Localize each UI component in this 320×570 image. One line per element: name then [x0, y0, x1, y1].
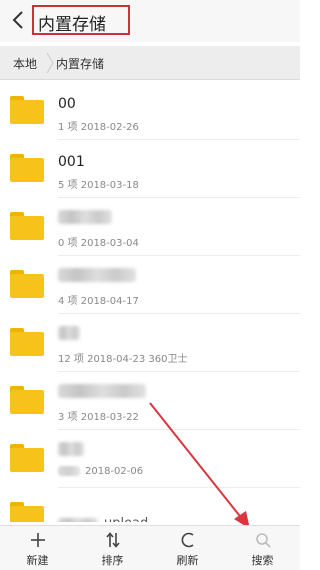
- file-row-blurred[interactable]: 2018-02-06: [0, 430, 300, 488]
- new-button[interactable]: 新建: [0, 526, 75, 570]
- sort-button-label: 排序: [101, 554, 124, 567]
- back-arrow-icon[interactable]: [8, 9, 30, 31]
- file-row-00[interactable]: 00 1 项 2018-02-26: [0, 82, 300, 140]
- folder-icon: [10, 502, 44, 522]
- file-meta: 4 项 2018-04-17: [58, 296, 139, 307]
- file-row-blurred[interactable]: 3 项 2018-03-22: [0, 372, 300, 430]
- blurred-file-name: [58, 268, 136, 282]
- sort-button[interactable]: 排序: [75, 526, 150, 570]
- refresh-button-label: 刷新: [176, 554, 199, 567]
- blurred-file-name: [58, 442, 84, 456]
- file-row-blurred[interactable]: 0 项 2018-03-04: [0, 198, 300, 256]
- folder-icon: [10, 270, 44, 298]
- file-meta: 12 项 2018-04-23 360卫士: [58, 354, 188, 365]
- file-meta: 2018-02-06: [85, 466, 144, 477]
- blurred-file-meta: [58, 466, 80, 476]
- blurred-file-name: [58, 518, 98, 522]
- file-name: 001: [58, 154, 85, 170]
- file-meta: 5 项 2018-03-18: [58, 180, 139, 191]
- file-row-blurred[interactable]: 12 项 2018-04-23 360卫士: [0, 314, 300, 372]
- breadcrumb-separator-icon: [46, 52, 54, 74]
- file-name: 00: [58, 96, 76, 112]
- file-meta: 3 项 2018-03-22: [58, 412, 139, 423]
- folder-icon: [10, 386, 44, 414]
- file-row-blurred[interactable]: upload: [0, 488, 300, 522]
- file-row-001[interactable]: 001 5 项 2018-03-18: [0, 140, 300, 198]
- folder-icon: [10, 154, 44, 182]
- file-name: upload: [104, 516, 148, 522]
- folder-icon: [10, 444, 44, 472]
- folder-icon: [10, 328, 44, 356]
- blurred-file-name: [58, 384, 146, 398]
- breadcrumb: 本地 内置存储: [0, 46, 300, 80]
- refresh-button[interactable]: 刷新: [150, 526, 225, 570]
- search-button-label: 搜索: [251, 554, 274, 567]
- file-meta: 1 项 2018-02-26: [58, 122, 139, 133]
- search-icon: [256, 533, 271, 548]
- refresh-icon: [181, 532, 194, 548]
- file-meta: 0 项 2018-03-04: [58, 238, 139, 249]
- app-header: 内置存储: [0, 0, 300, 42]
- file-list: 00 1 项 2018-02-26 001 5 项 2018-03-18 0 项…: [0, 82, 300, 522]
- folder-icon: [10, 212, 44, 240]
- page-title: 内置存储: [38, 15, 106, 35]
- folder-icon: [10, 96, 44, 124]
- file-row-blurred[interactable]: 4 项 2018-04-17: [0, 256, 300, 314]
- search-button[interactable]: 搜索: [225, 526, 300, 570]
- new-button-label: 新建: [26, 554, 49, 567]
- breadcrumb-current[interactable]: 内置存储: [56, 55, 104, 72]
- sort-icon: [106, 532, 120, 548]
- plus-icon: [31, 533, 45, 547]
- title-highlight-box: 内置存储: [32, 5, 130, 35]
- breadcrumb-root[interactable]: 本地: [13, 55, 37, 72]
- blurred-file-name: [58, 210, 112, 224]
- bottom-toolbar: 新建 排序 刷新 搜索: [0, 525, 300, 570]
- blurred-file-name: [58, 326, 80, 340]
